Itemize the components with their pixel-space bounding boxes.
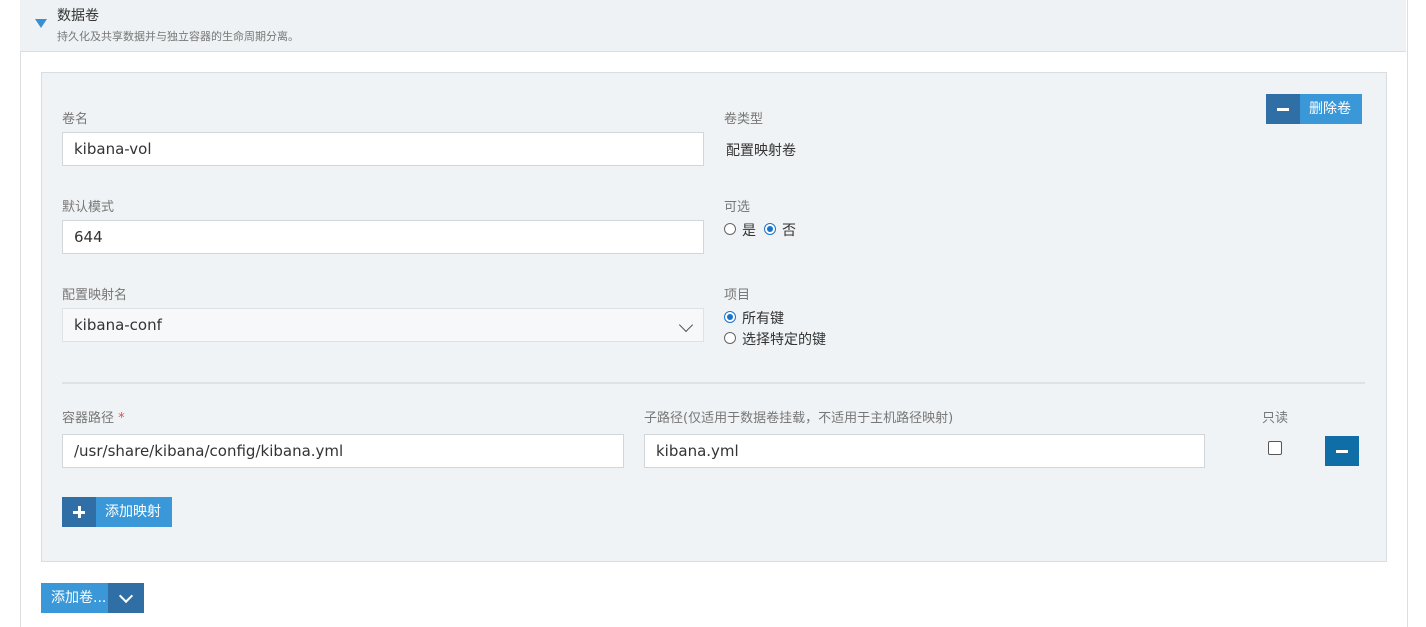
items-all-keys-radio[interactable] xyxy=(724,311,736,323)
default-mode-input[interactable]: 644 xyxy=(62,220,704,254)
caret-down-icon[interactable] xyxy=(35,19,47,28)
add-volume-button[interactable]: 添加卷... xyxy=(41,583,144,613)
remove-mapping-button[interactable] xyxy=(1325,436,1359,466)
section-header[interactable] xyxy=(20,0,1406,52)
remove-volume-label: 删除卷 xyxy=(1300,94,1362,124)
items-specific-keys-label: 选择特定的键 xyxy=(742,332,826,348)
volume-name-input[interactable]: kibana-vol xyxy=(62,132,704,166)
volume-name-label: 卷名 xyxy=(62,112,89,127)
optional-label: 可选 xyxy=(724,200,751,215)
configmap-name-select[interactable]: kibana-conf xyxy=(62,308,704,342)
readonly-label: 只读 xyxy=(1262,411,1289,426)
container-path-input[interactable]: /usr/share/kibana/config/kibana.yml xyxy=(62,434,624,468)
add-volume-dropdown-toggle[interactable] xyxy=(108,583,144,613)
remove-volume-button[interactable]: 删除卷 xyxy=(1266,94,1362,124)
optional-yes-label: 是 xyxy=(742,223,756,239)
configmap-name-label: 配置映射名 xyxy=(62,288,128,303)
items-specific-keys-radio[interactable] xyxy=(724,332,736,344)
items-label: 项目 xyxy=(724,288,751,303)
volume-type-label: 卷类型 xyxy=(724,112,764,127)
divider xyxy=(62,382,1365,384)
add-volume-label: 添加卷... xyxy=(41,583,108,613)
container-path-label: 容器路径 * xyxy=(62,407,125,426)
container-path-label-text: 容器路径 xyxy=(62,411,115,426)
items-all-keys-label: 所有键 xyxy=(742,311,784,327)
minus-icon xyxy=(1336,449,1348,453)
add-mapping-label: 添加映射 xyxy=(96,497,172,527)
optional-yes-radio[interactable] xyxy=(724,223,736,235)
section-subtitle: 持久化及共享数据并与独立容器的生命周期分离。 xyxy=(57,30,299,43)
chevron-down-icon xyxy=(118,588,134,604)
default-mode-label: 默认模式 xyxy=(62,200,115,215)
plus-icon xyxy=(62,497,96,527)
subpath-input[interactable]: kibana.yml xyxy=(644,434,1205,468)
section-title: 数据卷 xyxy=(57,8,99,24)
volume-type-value: 配置映射卷 xyxy=(726,143,796,159)
minus-icon xyxy=(1266,94,1300,124)
add-mapping-button[interactable]: 添加映射 xyxy=(62,497,172,527)
subpath-label: 子路径(仅适用于数据卷挂载，不适用于主机路径映射) xyxy=(644,411,954,426)
optional-no-radio[interactable] xyxy=(764,223,776,235)
optional-no-label: 否 xyxy=(782,223,796,239)
required-mark: * xyxy=(118,411,125,426)
chevron-down-icon xyxy=(678,317,694,333)
readonly-checkbox[interactable] xyxy=(1268,441,1282,455)
configmap-name-value: kibana-conf xyxy=(74,316,162,334)
